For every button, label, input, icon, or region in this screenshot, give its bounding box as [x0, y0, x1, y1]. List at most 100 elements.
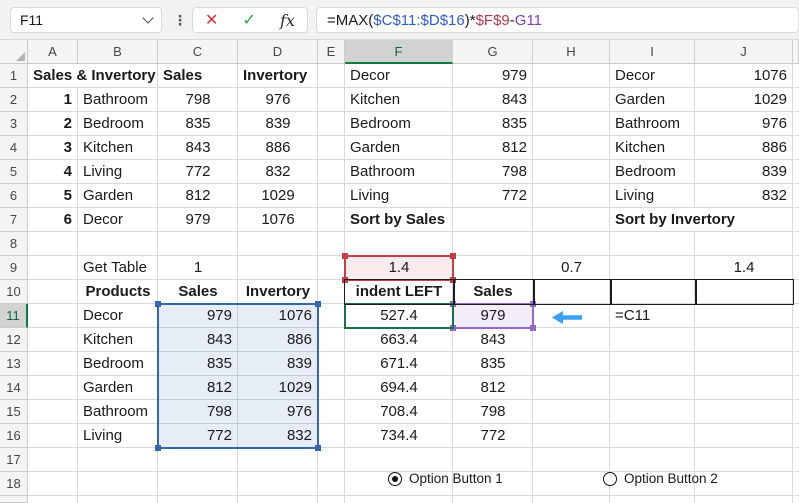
row-header-12[interactable]: 12 [0, 328, 28, 352]
cell-B5[interactable]: Living [78, 160, 158, 184]
select-all-button[interactable] [0, 40, 28, 64]
cell-D11[interactable]: 1076 [238, 304, 318, 328]
row-header-5[interactable]: 5 [0, 160, 28, 184]
cell-I11[interactable]: =C11 [610, 304, 695, 328]
cell-J4[interactable]: 886 [695, 136, 793, 160]
cell-D16[interactable]: 832 [238, 424, 318, 448]
cell-B14[interactable]: Garden [78, 376, 158, 400]
cell-D15[interactable]: 976 [238, 400, 318, 424]
row-header-18[interactable]: 18 [0, 472, 28, 496]
cell-B7[interactable]: Decor [78, 208, 158, 232]
cell-J5[interactable]: 839 [695, 160, 793, 184]
cell-G11[interactable]: 979 [453, 304, 533, 328]
cell-F9[interactable]: 1.4 [345, 256, 453, 280]
row-header-8[interactable]: 8 [0, 232, 28, 256]
col-header-D[interactable]: D [238, 40, 318, 64]
formula-input[interactable]: =MAX($C$11:$D$16)*$F$9-G11 [316, 7, 799, 33]
option-button-label[interactable]: Option Button 2 [624, 471, 718, 486]
row-header-16[interactable]: 16 [0, 424, 28, 448]
cell-C2[interactable]: 798 [158, 88, 238, 112]
cell-D3[interactable]: 839 [238, 112, 318, 136]
cell-C7[interactable]: 979 [158, 208, 238, 232]
cell-C4[interactable]: 843 [158, 136, 238, 160]
cell-A4[interactable]: 3 [28, 136, 78, 160]
cell-F15[interactable]: 708.4 [345, 400, 453, 424]
cell-D2[interactable]: 976 [238, 88, 318, 112]
row-header-9[interactable]: 9 [0, 256, 28, 280]
cell-A6[interactable]: 5 [28, 184, 78, 208]
cell-C13[interactable]: 835 [158, 352, 238, 376]
cell-J9[interactable]: 1.4 [695, 256, 793, 280]
cell-D13[interactable]: 839 [238, 352, 318, 376]
option-button-2-group[interactable]: Option Button 2 [603, 470, 718, 487]
cell-J1[interactable]: 1076 [695, 64, 793, 88]
col-header-G[interactable]: G [453, 40, 533, 64]
cell-D1[interactable]: Invertory [238, 64, 318, 88]
cell-B12[interactable]: Kitchen [78, 328, 158, 352]
cell-F6[interactable]: Living [345, 184, 453, 208]
row-header-6[interactable]: 6 [0, 184, 28, 208]
name-box[interactable]: F11 [10, 7, 162, 33]
cell-A5[interactable]: 4 [28, 160, 78, 184]
cell-C6[interactable]: 812 [158, 184, 238, 208]
cell-J6[interactable]: 832 [695, 184, 793, 208]
col-header-F[interactable]: F [345, 40, 453, 64]
cell-D10[interactable]: Invertory [238, 280, 318, 304]
cell-D5[interactable]: 832 [238, 160, 318, 184]
option-button-1-group[interactable]: Option Button 1 [388, 470, 503, 487]
cell-G12[interactable]: 843 [453, 328, 533, 352]
row-header-14[interactable]: 14 [0, 376, 28, 400]
cell-G1[interactable]: 979 [453, 64, 533, 88]
cell-G4[interactable]: 812 [453, 136, 533, 160]
row-header-19[interactable] [0, 496, 28, 503]
cell-I1[interactable]: Decor [610, 64, 695, 88]
radio-button[interactable] [603, 472, 617, 486]
cell-G6[interactable]: 772 [453, 184, 533, 208]
cell-D7[interactable]: 1076 [238, 208, 318, 232]
cell-G2[interactable]: 843 [453, 88, 533, 112]
row-header-15[interactable]: 15 [0, 400, 28, 424]
cell-B9[interactable]: Get Table [78, 256, 158, 280]
cell-C14[interactable]: 812 [158, 376, 238, 400]
cell-C15[interactable]: 798 [158, 400, 238, 424]
formula-bar-options-icon[interactable]: ⋮ [172, 7, 188, 33]
cell-B2[interactable]: Bathroom [78, 88, 158, 112]
row-header-10[interactable]: 10 [0, 280, 28, 304]
enter-button[interactable]: ✓ [243, 10, 256, 30]
cell-F13[interactable]: 671.4 [345, 352, 453, 376]
cell-I6[interactable]: Living [610, 184, 695, 208]
col-header-J[interactable]: J [695, 40, 793, 64]
cell-A3[interactable]: 2 [28, 112, 78, 136]
cell-G13[interactable]: 835 [453, 352, 533, 376]
cell-G3[interactable]: 835 [453, 112, 533, 136]
row-header-1[interactable]: 1 [0, 64, 28, 88]
cell-D6[interactable]: 1029 [238, 184, 318, 208]
radio-button[interactable] [388, 472, 402, 486]
cell-A2[interactable]: 1 [28, 88, 78, 112]
cell-C5[interactable]: 772 [158, 160, 238, 184]
insert-function-button[interactable]: fx [280, 11, 295, 30]
row-header-13[interactable]: 13 [0, 352, 28, 376]
cell-G16[interactable]: 772 [453, 424, 533, 448]
cell-F10[interactable]: indent LEFT [345, 280, 453, 304]
cell-F11[interactable]: 527.4 [345, 304, 453, 328]
cell-B13[interactable]: Bedroom [78, 352, 158, 376]
cell-I3[interactable]: Bathroom [610, 112, 695, 136]
cell-F2[interactable]: Kitchen [345, 88, 453, 112]
cell-C16[interactable]: 772 [158, 424, 238, 448]
cell-F5[interactable]: Bathroom [345, 160, 453, 184]
col-header-E[interactable]: E [318, 40, 345, 64]
cell-A1[interactable]: Sales & Invertory [28, 64, 158, 88]
cell-J2[interactable]: 1029 [695, 88, 793, 112]
cell-F1[interactable]: Decor [345, 64, 453, 88]
left-arrow-shape[interactable] [552, 311, 582, 324]
cell-I2[interactable]: Garden [610, 88, 695, 112]
cell-D12[interactable]: 886 [238, 328, 318, 352]
cell-F16[interactable]: 734.4 [345, 424, 453, 448]
col-header-C[interactable]: C [158, 40, 238, 64]
cell-C10[interactable]: Sales [158, 280, 238, 304]
cell-B11[interactable]: Decor [78, 304, 158, 328]
cell-C9[interactable]: 1 [158, 256, 238, 280]
cell-B10[interactable]: Products [78, 280, 158, 304]
row-header-11[interactable]: 11 [0, 304, 28, 328]
